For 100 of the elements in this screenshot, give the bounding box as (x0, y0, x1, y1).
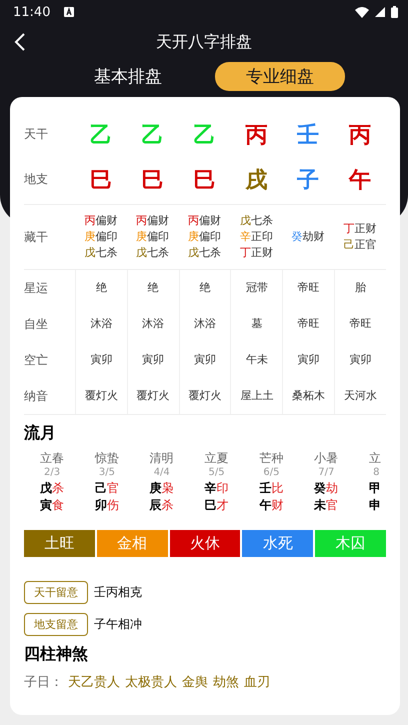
hidden-stem: 戊七杀 (136, 245, 170, 261)
table-cell: 覆灯火 (126, 378, 179, 414)
term-date: 3/5 (98, 466, 115, 480)
term-date: 2/3 (43, 466, 60, 480)
row-label: 地支 (24, 171, 49, 188)
solar-term: 小暑 (314, 450, 338, 466)
hidden-stem: 庚偏印 (188, 229, 222, 245)
month-stem: 癸劫 (314, 480, 338, 497)
table-cell: 桑柘木 (282, 378, 334, 414)
month-branch: 未官 (314, 497, 338, 514)
shensha-item: 太极贵人 (125, 674, 177, 691)
hidden-stem: 辛正印 (240, 229, 273, 245)
table-cell: 绝 (75, 270, 127, 306)
month-stem: 戊杀 (40, 480, 64, 497)
notification-icon (64, 7, 74, 17)
element-strength: 水死 (242, 530, 314, 557)
solar-term: 立 (369, 450, 382, 466)
pillar-char: 乙 (88, 122, 113, 150)
pillar-char: 午 (348, 166, 372, 194)
solar-term: 芒种 (259, 450, 284, 466)
table-cell: 帝旺 (282, 270, 334, 306)
shensha-item: 劫煞 (213, 674, 239, 691)
table-cell: 绝 (126, 270, 179, 306)
table-cell: 午未 (230, 342, 282, 378)
row-label: 星运 (24, 280, 49, 296)
row-label: 自坐 (24, 316, 49, 332)
row-label: 纳音 (24, 388, 49, 404)
month-branch: 午财 (259, 497, 284, 514)
hidden-stem: 庚偏印 (136, 229, 170, 245)
hidden-stem: 癸劫财 (292, 229, 325, 245)
month-stem: 壬比 (259, 480, 284, 497)
month-branch: 巳才 (204, 497, 229, 514)
pillar-char: 壬 (296, 122, 320, 150)
term-date: 4/4 (152, 466, 170, 480)
hidden-stem: 戊七杀 (188, 245, 222, 261)
hidden-stem: 丙偏财 (188, 213, 222, 229)
hidden-stem: 庚偏印 (84, 229, 118, 245)
month-stem: 己官 (94, 480, 119, 497)
note-tag: 地支留意 (24, 613, 88, 636)
solar-term: 立春 (40, 450, 64, 466)
pillar-char: 巳 (192, 166, 217, 194)
pillar-char: 丙 (348, 122, 372, 150)
shensha-item: 金舆 (182, 674, 208, 691)
table-cell: 沐浴 (75, 306, 127, 342)
pillar-char: 戌 (244, 166, 268, 194)
month-stem: 辛印 (204, 480, 229, 497)
row-label: 天干 (24, 126, 49, 143)
table-cell: 寅卯 (178, 342, 230, 378)
table-cell: 寅卯 (126, 342, 179, 378)
term-date: 6/5 (262, 466, 280, 480)
pillar-char: 乙 (192, 122, 217, 150)
table-cell: 覆灯火 (178, 378, 230, 414)
shensha-item: 血刃 (244, 674, 270, 691)
tab[interactable]: 基本排盘 (63, 62, 193, 91)
pillar-char: 巳 (88, 166, 113, 194)
hidden-stem: 丙偏财 (136, 213, 170, 229)
table-cell: 寅卯 (75, 342, 127, 378)
term-date: 7/7 (317, 466, 334, 480)
hidden-stem: 丁正财 (240, 245, 273, 261)
table-cell: 屋上土 (230, 378, 282, 414)
shensha-label: 子日： (24, 674, 63, 691)
month-branch: 寅食 (40, 497, 64, 514)
section-title: 四柱神煞 (24, 644, 89, 665)
month-stem: 庚枭 (150, 480, 174, 497)
table-cell: 沐浴 (178, 306, 230, 342)
solar-term: 清明 (150, 450, 174, 466)
row-label: 空亡 (24, 352, 49, 368)
section-title: 流月 (24, 423, 57, 444)
note-tag: 天干留意 (24, 581, 88, 604)
table-cell: 天河水 (334, 378, 386, 414)
term-date: 8 (372, 466, 380, 480)
page-title: 天开八字排盘 (156, 32, 252, 52)
hidden-stem: 丁正财 (344, 221, 377, 237)
back-icon[interactable] (14, 33, 26, 51)
table-cell: 绝 (178, 270, 230, 306)
note-text: 子午相冲 (94, 616, 142, 633)
wifi-icon (355, 6, 369, 18)
table-cell: 帝旺 (334, 306, 386, 342)
hidden-stem: 戊七杀 (84, 245, 118, 261)
element-strength: 火休 (170, 530, 240, 557)
element-strength: 金相 (96, 530, 168, 557)
signal-icon (375, 7, 385, 17)
pillar-char: 巳 (140, 166, 165, 194)
pillar-char: 丙 (244, 122, 268, 150)
hidden-stem: 丙偏财 (84, 213, 118, 229)
table-cell: 胎 (334, 270, 386, 306)
element-strength: 土旺 (24, 530, 95, 557)
solar-term: 立夏 (204, 450, 229, 466)
table-cell: 寅卯 (282, 342, 334, 378)
table-cell: 寅卯 (334, 342, 386, 378)
pillar-char: 乙 (140, 122, 165, 150)
table-cell: 帝旺 (282, 306, 334, 342)
note-text: 壬丙相克 (94, 584, 142, 601)
pillar-char: 子 (296, 166, 320, 194)
month-branch: 辰杀 (150, 497, 174, 514)
term-date: 5/5 (208, 466, 225, 480)
month-branch: 申 (369, 497, 382, 514)
row-label: 藏干 (24, 228, 49, 246)
solar-term: 惊蛰 (94, 450, 119, 466)
tab[interactable]: 专业细盘 (215, 62, 345, 91)
